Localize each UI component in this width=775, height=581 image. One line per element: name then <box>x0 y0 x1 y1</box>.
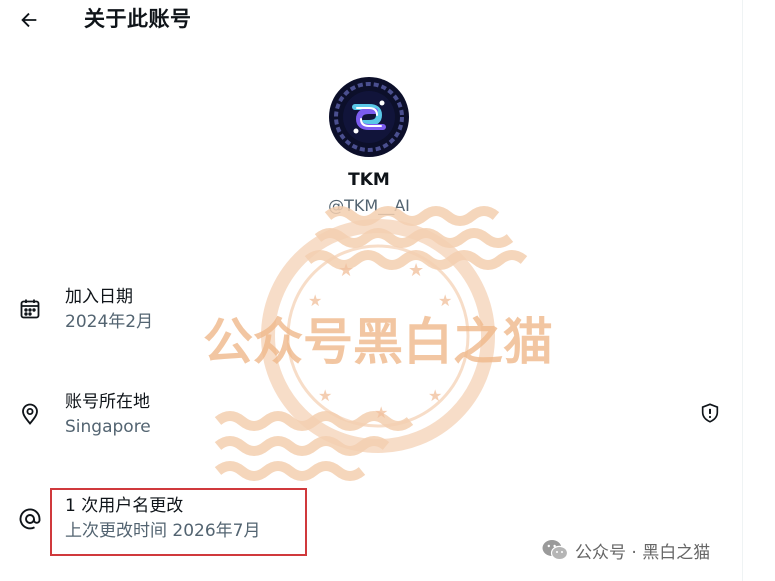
location-pin-icon <box>17 401 43 427</box>
arrow-left-icon <box>21 12 37 28</box>
svg-text:★: ★ <box>428 386 442 405</box>
location-value: Singapore <box>65 417 151 437</box>
wechat-watermark-text: 公众号 · 黑白之猫 <box>575 542 711 563</box>
shield-alert-icon[interactable] <box>698 401 722 425</box>
wechat-icon <box>542 540 569 561</box>
profile-handle: @TKM__AI <box>328 196 410 215</box>
stamp-watermark: ★ ★ ★ ★ ★ ★ ★ 公众号黑白之猫 <box>203 206 553 481</box>
svg-text:★: ★ <box>308 291 322 310</box>
profile-display-name: TKM <box>348 170 390 190</box>
back-button[interactable] <box>14 6 44 34</box>
join-date-label: 加入日期 <box>65 287 133 307</box>
svg-text:公众号黑白之猫: 公众号黑白之猫 <box>203 313 553 371</box>
calendar-icon <box>17 296 43 322</box>
svg-text:★: ★ <box>318 386 332 405</box>
avatar[interactable] <box>329 77 409 157</box>
wechat-watermark: 公众号 · 黑白之猫 <box>541 537 710 563</box>
svg-text:★: ★ <box>374 403 388 422</box>
join-date-value: 2024年2月 <box>65 312 154 332</box>
page-title: 关于此账号 <box>84 7 192 31</box>
highlight-annotation-box <box>50 488 307 556</box>
at-sign-icon <box>17 506 43 532</box>
svg-text:★: ★ <box>438 291 452 310</box>
svg-text:★: ★ <box>408 260 424 281</box>
content-column-divider <box>742 0 743 581</box>
location-label: 账号所在地 <box>65 392 150 412</box>
svg-text:★: ★ <box>338 260 354 281</box>
